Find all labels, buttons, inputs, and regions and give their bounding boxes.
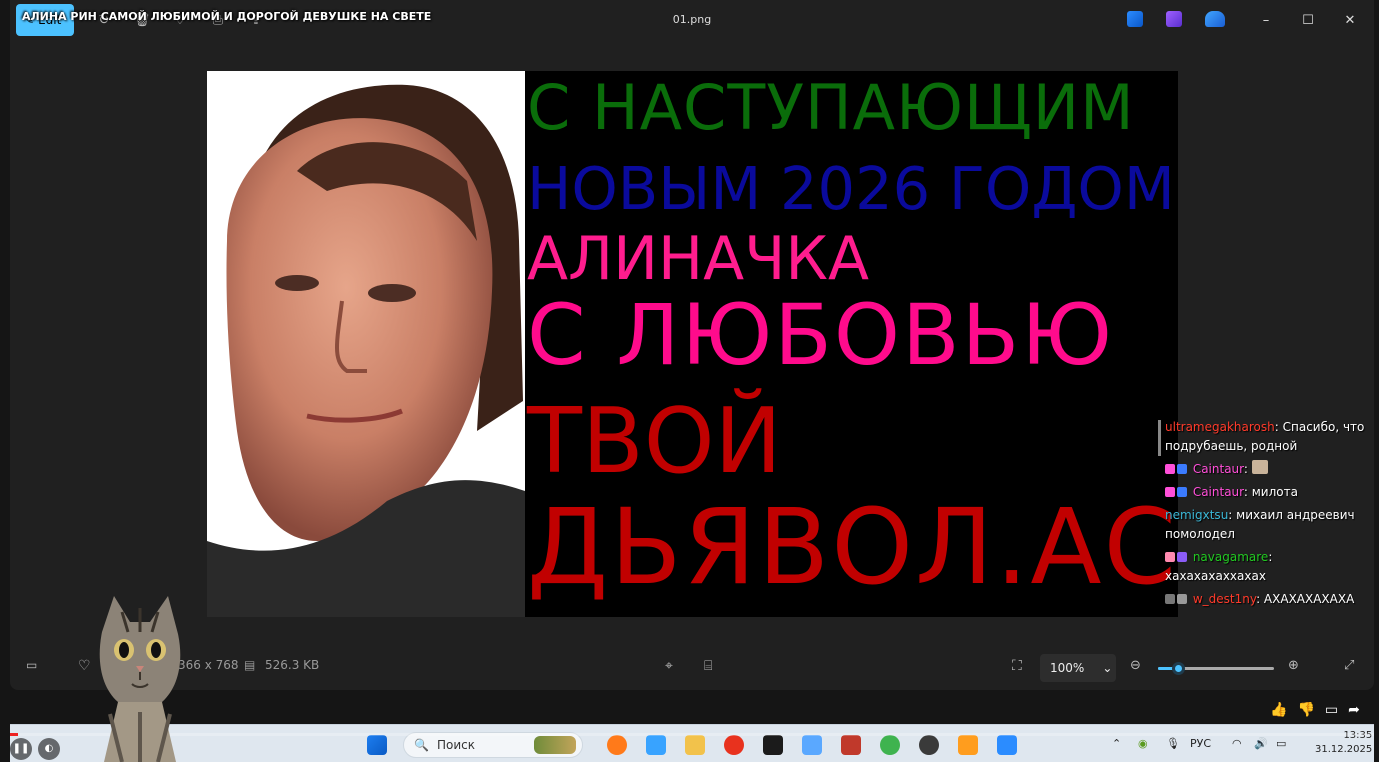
- title-bar: ✎ Edit ↻ 🗑 ♡ ⎙ ⇪ АЛИНА РИН САМОЙ ЛЮБИМОЙ…: [10, 0, 1374, 40]
- battery-icon[interactable]: ▭: [1276, 737, 1286, 750]
- app-icon[interactable]: [841, 735, 861, 755]
- tray-app-icon[interactable]: ◉: [1138, 737, 1148, 750]
- zoom-out-icon[interactable]: ⊖: [1130, 658, 1141, 673]
- filmstrip-icon[interactable]: ▭: [26, 658, 37, 672]
- tray-overflow-icon[interactable]: ⌃: [1112, 737, 1121, 750]
- yandex-browser-icon[interactable]: [724, 735, 744, 755]
- portrait-photo: [207, 71, 525, 617]
- close-button[interactable]: ✕: [1337, 8, 1363, 32]
- chat-text: :: [1243, 462, 1248, 476]
- chat-message: nemigxtsu: михаил андреевич помолодел: [1165, 506, 1375, 544]
- search-icon: 🔍: [414, 738, 429, 752]
- visual-search-icon[interactable]: ⌖: [665, 658, 673, 674]
- terminal-icon[interactable]: [763, 735, 783, 755]
- zoom-in-icon[interactable]: ⊕: [1288, 658, 1299, 673]
- clipchamp-icon[interactable]: [1166, 11, 1182, 27]
- chat-username: Caintaur: [1192, 462, 1244, 476]
- zoom-dropdown[interactable]: 100% ⌄: [1040, 654, 1116, 682]
- prime-badge-icon: [1177, 464, 1187, 474]
- chat-username: nemigxtsu: [1165, 508, 1229, 522]
- stream-reactions: 👍 👎 ▭ ➦: [1270, 702, 1360, 718]
- stream-title-overlay: АЛИНА РИН САМОЙ ЛЮБИМОЙ И ДОРОГОЙ ДЕВУШК…: [22, 10, 432, 23]
- input-language[interactable]: РУС: [1190, 737, 1211, 750]
- chat-text: : милота: [1243, 485, 1298, 499]
- photos-taskbar-icon[interactable]: [997, 735, 1017, 755]
- greeting-line-6: ДЬЯВОЛ.АС: [527, 486, 1178, 608]
- cat-overlay-image: [99, 596, 181, 762]
- search-highlight-icon: [534, 736, 576, 754]
- start-icon[interactable]: [367, 735, 387, 755]
- chat-username: navagamare: [1192, 550, 1269, 564]
- clock-date: 31.12.2025: [1315, 744, 1373, 755]
- text-scan-icon[interactable]: ⌸: [704, 658, 712, 674]
- badge-icon: [1165, 594, 1175, 604]
- badge-icon: [1177, 594, 1187, 604]
- chat-message: w_dest1ny: АХАХАХАХАХА: [1165, 590, 1375, 609]
- comment-icon[interactable]: ▭: [1325, 702, 1338, 718]
- zoom-slider-thumb[interactable]: [1171, 662, 1185, 675]
- chat-username: w_dest1ny: [1192, 592, 1257, 606]
- obs-icon[interactable]: [919, 735, 939, 755]
- chat-message: Caintaur:: [1165, 460, 1375, 479]
- portrait-photo-drawing: [207, 71, 525, 617]
- share-icon[interactable]: ➦: [1348, 702, 1360, 718]
- emote-icon: [1251, 460, 1268, 474]
- app-icon[interactable]: [646, 735, 666, 755]
- media-player-icon[interactable]: [958, 735, 978, 755]
- pause-icon[interactable]: ❚❚: [10, 737, 32, 760]
- maximize-button[interactable]: ☐: [1295, 8, 1321, 32]
- badge-icon: [1177, 552, 1187, 562]
- sub-badge-icon: [1165, 487, 1175, 497]
- stream-progress-bar[interactable]: [10, 733, 1374, 736]
- badge-icon: [1165, 552, 1175, 562]
- like-icon[interactable]: 👍: [1270, 702, 1287, 718]
- search-placeholder: Поиск: [436, 738, 475, 752]
- taskbar: 🔍 Поиск ⌃ ◉ 🎙 РУС ◠ 🔊 ▭ 13:35 31.12.2025: [10, 724, 1374, 762]
- bottom-toolbar: ▭ ♡ 366 x 768 ▤ 526.3 KB ⌖ ⌸ ⛶ 100% ⌄ ⊖ …: [10, 648, 1374, 688]
- onedrive-icon[interactable]: [1205, 11, 1225, 27]
- wifi-icon[interactable]: ◠: [1232, 737, 1242, 750]
- greeting-line-4: С ЛЮБОВЬЮ: [527, 286, 1114, 384]
- stream-player-controls: ❚❚ ◐: [10, 735, 60, 762]
- greeting-line-3: АЛИНАЧКА: [527, 224, 869, 294]
- greeting-line-1: С НАСТУПАЮЩИМ: [527, 71, 1135, 144]
- chat-username: Caintaur: [1192, 485, 1244, 499]
- chat-username: ultramegakharosh: [1165, 420, 1275, 434]
- file-explorer-icon[interactable]: [685, 735, 705, 755]
- file-name: 01.png: [672, 13, 712, 26]
- chat-message: ultramegakharosh: Спасибо, что подрубаеш…: [1165, 418, 1375, 456]
- stream-chat: ultramegakharosh: Спасибо, что подрубаеш…: [1165, 418, 1375, 613]
- photos-app-icon[interactable]: [1127, 11, 1143, 27]
- chevron-down-icon: ⌄: [1102, 661, 1113, 675]
- image-canvas[interactable]: С НАСТУПАЮЩИМ НОВЫМ 2026 ГОДОМ АЛИНАЧКА …: [207, 71, 1178, 617]
- firefox-icon[interactable]: [607, 735, 627, 755]
- screen: ✎ Edit ↻ 🗑 ♡ ⎙ ⇪ АЛИНА РИН САМОЙ ЛЮБИМОЙ…: [0, 0, 1379, 762]
- clock-time: 13:35: [1343, 730, 1373, 741]
- microphone-icon[interactable]: 🎙: [1166, 737, 1180, 750]
- fullscreen-icon[interactable]: ⤢: [1344, 658, 1354, 673]
- chat-text: : АХАХАХАХАХА: [1256, 592, 1355, 606]
- prime-badge-icon: [1177, 487, 1187, 497]
- volume-icon[interactable]: 🔊: [1254, 737, 1268, 750]
- zoom-slider[interactable]: [1158, 662, 1274, 675]
- file-size-icon: ▤: [244, 658, 256, 672]
- greeting-line-2: НОВЫМ 2026 ГОДОМ: [527, 154, 1175, 223]
- greeting-line-5: ТВОЙ: [527, 389, 782, 494]
- dislike-icon[interactable]: 👎: [1297, 702, 1314, 718]
- chat-message: navagamare: хахахахаххахах: [1165, 548, 1375, 586]
- volume-control-icon[interactable]: ◐: [38, 737, 60, 760]
- chat-scrollbar[interactable]: [1158, 420, 1161, 456]
- minimize-button[interactable]: –: [1253, 8, 1279, 32]
- zoom-value: 100%: [1050, 661, 1085, 675]
- snipping-tool-icon[interactable]: [802, 735, 822, 755]
- sub-badge-icon: [1165, 464, 1175, 474]
- favorite-heart-icon[interactable]: ♡: [78, 658, 91, 674]
- fit-to-window-icon[interactable]: ⛶: [1012, 658, 1022, 674]
- utorrent-icon[interactable]: [880, 735, 900, 755]
- chat-message: Caintaur: милота: [1165, 483, 1375, 502]
- file-size: 526.3 KB: [265, 658, 320, 672]
